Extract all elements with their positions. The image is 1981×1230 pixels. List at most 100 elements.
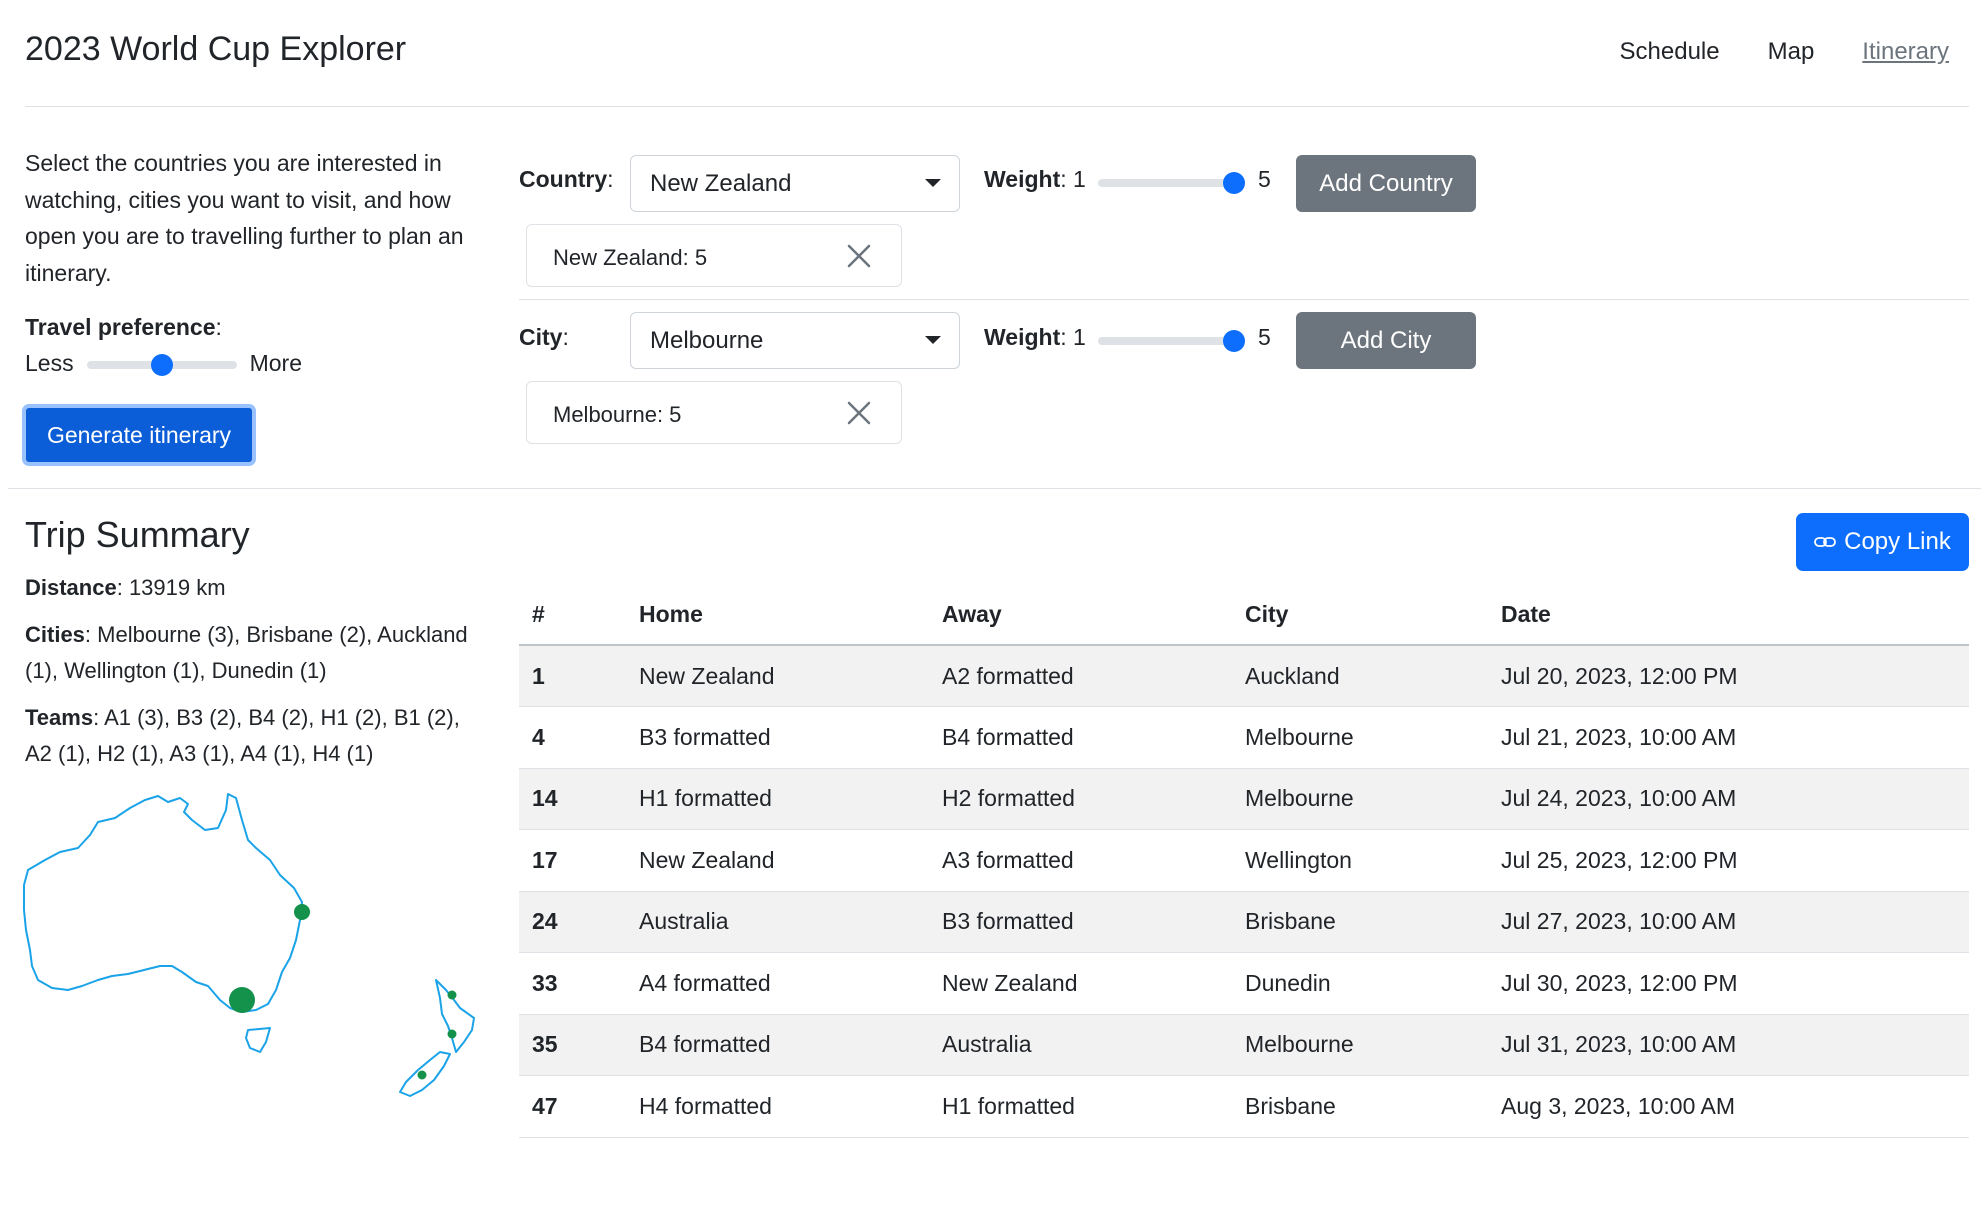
cell-city: Melbourne (1232, 1014, 1488, 1076)
travel-less-label: Less (25, 350, 74, 376)
map-marker-melbourne[interactable] (229, 987, 255, 1013)
city-weight-min: 1 (1073, 324, 1086, 350)
city-weight-max: 5 (1258, 324, 1271, 350)
table-row: 4 B3 formatted B4 formatted Melbourne Jul 21… (519, 706, 1969, 769)
generate-itinerary-button[interactable]: Generate itinerary (22, 404, 256, 466)
close-icon[interactable] (845, 242, 873, 270)
cell-home: A4 formatted (626, 952, 929, 1015)
cell-home: New Zealand (626, 829, 929, 892)
cell-date: Jul 21, 2023, 10:00 AM (1488, 706, 1969, 769)
travel-preference-slider[interactable] (86, 353, 237, 376)
country-weight-label: Weight: 1 (984, 166, 1086, 193)
travel-preference-colon: : (215, 314, 222, 340)
top-nav: Schedule Map Itinerary (1620, 38, 1949, 66)
city-weight-slider[interactable] (1098, 330, 1245, 352)
summary-distance-value: : 13919 km (116, 575, 226, 600)
chevron-down-icon (925, 179, 941, 187)
country-label: Country: (519, 166, 631, 193)
cell-away: H2 formatted (929, 768, 1232, 830)
map-marker-brisbane[interactable] (294, 904, 310, 920)
cell-city: Dunedin (1232, 952, 1488, 1015)
country-chip: New Zealand: 5 (526, 224, 902, 287)
country-weight-slider[interactable] (1098, 172, 1245, 194)
cell-home: New Zealand (626, 645, 929, 707)
city-weight-label: Weight: 1 (984, 324, 1086, 351)
nav-schedule[interactable]: Schedule (1620, 38, 1720, 66)
map-marker-dunedin[interactable] (417, 1070, 427, 1080)
cell-away: New Zealand (929, 952, 1232, 1015)
cell-home: B4 formatted (626, 1014, 929, 1076)
city-markers (229, 904, 457, 1080)
app-title: 2023 World Cup Explorer (25, 30, 407, 68)
cell-number: 17 (519, 829, 626, 892)
chevron-down-icon (925, 336, 941, 344)
cell-number: 47 (519, 1075, 626, 1138)
table-row: 14 H1 formatted H2 formatted Melbourne Jul 2… (519, 768, 1969, 830)
filter-divider (519, 299, 1969, 300)
city-select[interactable]: Melbourne (630, 312, 960, 369)
col-header-date: Date (1488, 585, 1969, 646)
table-row: 24 Australia B3 formatted Brisbane Jul 27, 2… (519, 891, 1969, 953)
city-label-text: City (519, 324, 563, 350)
country-label-text: Country (519, 166, 608, 192)
country-weight-label-text: Weight (984, 166, 1061, 192)
cell-away: A2 formatted (929, 645, 1232, 707)
cell-home: H1 formatted (626, 768, 929, 830)
cell-city: Brisbane (1232, 891, 1488, 953)
copy-link-button[interactable]: Copy Link (1796, 513, 1969, 571)
cell-home: Australia (626, 891, 929, 953)
summary-distance: Distance: 13919 km (25, 570, 485, 606)
slider-track (1098, 337, 1234, 345)
table-row: 17 New Zealand A3 formatted Wellington Jul 2… (519, 829, 1969, 892)
cell-city: Melbourne (1232, 768, 1488, 830)
country-chip-label: New Zealand: 5 (553, 245, 708, 270)
summary-cities-value: : Melbourne (3), Brisbane (2), Auckland … (25, 622, 468, 683)
cell-number: 24 (519, 891, 626, 953)
cell-away: B4 formatted (929, 706, 1232, 769)
table-row: 33 A4 formatted New Zealand Dunedin Jul 30, … (519, 952, 1969, 1015)
tasmania-outline (245, 1027, 271, 1053)
nav-map[interactable]: Map (1768, 38, 1815, 66)
summary-cities-label: Cities (25, 622, 85, 647)
cell-date: Jul 27, 2023, 10:00 AM (1488, 891, 1969, 953)
map-marker-auckland[interactable] (447, 990, 457, 1000)
section-divider (8, 488, 1981, 489)
country-select[interactable]: New Zealand (630, 155, 960, 212)
add-country-button[interactable]: Add Country (1296, 155, 1476, 212)
cell-city: Auckland (1232, 645, 1488, 707)
city-filter-row: City: (519, 324, 631, 351)
cell-date: Jul 31, 2023, 10:00 AM (1488, 1014, 1969, 1076)
cell-date: Jul 25, 2023, 12:00 PM (1488, 829, 1969, 892)
cell-away: H1 formatted (929, 1075, 1232, 1138)
cell-date: Jul 30, 2023, 12:00 PM (1488, 952, 1969, 1015)
summary-teams: Teams: A1 (3), B3 (2), B4 (2), H1 (2), B… (25, 700, 485, 772)
cell-city: Wellington (1232, 829, 1488, 892)
itinerary-map (23, 793, 475, 1097)
cell-away: Australia (929, 1014, 1232, 1076)
nav-itinerary[interactable]: Itinerary (1862, 38, 1949, 66)
cell-home: H4 formatted (626, 1075, 929, 1138)
city-label: City: (519, 324, 631, 351)
add-city-button[interactable]: Add City (1296, 312, 1476, 369)
trip-summary-title: Trip Summary (25, 514, 250, 555)
cell-number: 35 (519, 1014, 626, 1076)
cell-home: B3 formatted (626, 706, 929, 769)
travel-preference-row: Less More (25, 350, 302, 377)
cell-date: Jul 20, 2023, 12:00 PM (1488, 645, 1969, 707)
slider-thumb[interactable] (1223, 172, 1245, 194)
table-row: 35 B4 formatted Australia Melbourne Jul 31, … (519, 1014, 1969, 1076)
col-header-away: Away (929, 585, 1232, 646)
table-row: 1 New Zealand A2 formatted Auckland Jul 20, … (519, 645, 1969, 707)
cell-number: 33 (519, 952, 626, 1015)
map-marker-wellington[interactable] (447, 1029, 457, 1039)
table-header-row: # Home Away City Date (519, 585, 1969, 646)
cell-away: B3 formatted (929, 891, 1232, 953)
summary-distance-label: Distance (25, 575, 117, 600)
header-divider (25, 106, 1969, 107)
city-weight-colon: : (1060, 324, 1067, 350)
travel-preference-title: Travel preference (25, 314, 216, 340)
close-icon[interactable] (845, 399, 873, 427)
slider-thumb[interactable] (1223, 330, 1245, 352)
city-label-colon: : (562, 324, 569, 350)
slider-thumb[interactable] (150, 353, 173, 376)
